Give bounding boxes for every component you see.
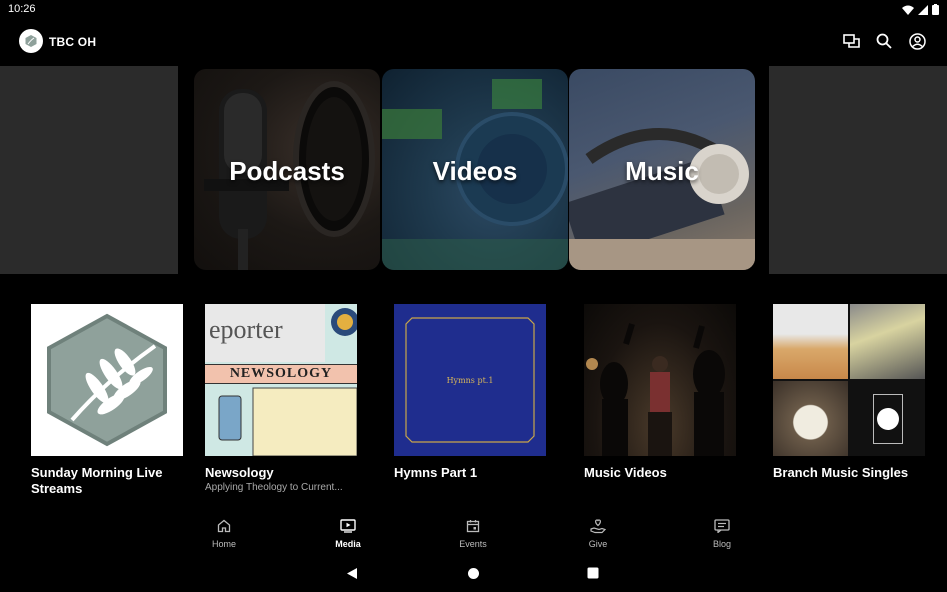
category-label: Videos: [432, 156, 518, 186]
newsology-banner: NEWSOLOGY: [205, 364, 357, 384]
media-thumbnail: [31, 304, 183, 456]
account-icon: [908, 32, 926, 50]
branch-art-tile: [850, 381, 925, 456]
nav-give[interactable]: Give: [558, 516, 638, 549]
media-list: Sunday Morning Live Streams eporter NEWS…: [0, 304, 947, 504]
hymns-art-text: Hymns pt.1: [446, 375, 494, 385]
media-thumbnail: [584, 304, 736, 456]
calendar-icon: [466, 520, 480, 533]
nav-label: Give: [588, 539, 608, 549]
nav-blog[interactable]: Blog: [682, 516, 762, 549]
category-label: Music: [625, 156, 699, 186]
media-thumbnail: Hymns pt.1: [394, 304, 546, 456]
worship-photo: [586, 323, 725, 456]
carousel-viewport: Podcasts Videos Music: [178, 66, 769, 274]
category-label: Podcasts: [229, 156, 345, 186]
category-card-podcasts[interactable]: Podcasts: [194, 69, 380, 270]
status-bar: 10:26: [0, 0, 947, 20]
media-thumbnail: [773, 304, 925, 456]
category-card-videos[interactable]: Videos: [382, 69, 568, 270]
media-icon: [340, 519, 356, 533]
search-button[interactable]: [874, 31, 894, 51]
status-icons: [902, 4, 939, 15]
bottom-nav: Home Media Events Give Blog: [0, 516, 947, 558]
media-item-music-videos[interactable]: Music Videos: [584, 304, 736, 481]
media-title: Newsology: [205, 465, 274, 480]
nav-events[interactable]: Events: [433, 516, 513, 549]
app-title: TBC OH: [49, 35, 97, 49]
blog-icon: [714, 519, 730, 533]
chat-button[interactable]: [841, 31, 861, 51]
media-item-hymns[interactable]: Hymns pt.1 Hymns Part 1: [394, 304, 546, 481]
nav-label: Blog: [712, 539, 731, 549]
account-button[interactable]: [907, 31, 927, 51]
leaf-logo-icon: [47, 313, 167, 447]
newspaper-headline-art: eporter: [209, 315, 283, 344]
back-icon[interactable]: [346, 567, 358, 580]
recents-icon[interactable]: [587, 567, 599, 579]
app-bar: TBC OH: [0, 20, 947, 64]
nav-label: Home: [211, 539, 236, 549]
search-icon: [876, 33, 892, 49]
media-item-branch-music[interactable]: Branch Music Singles: [773, 304, 925, 481]
nav-media[interactable]: Media: [308, 516, 388, 549]
nav-home[interactable]: Home: [184, 516, 264, 549]
chat-icon: [842, 33, 860, 48]
media-title: Music Videos: [584, 465, 667, 480]
give-icon: [590, 518, 606, 533]
nav-label: Media: [335, 539, 361, 549]
wifi-icon: [902, 5, 914, 15]
category-carousel[interactable]: Podcasts Videos Music: [0, 66, 947, 274]
status-time: 10:26: [8, 3, 36, 15]
church-logo[interactable]: [19, 29, 43, 53]
category-card-music[interactable]: Music: [569, 69, 755, 270]
nav-label: Events: [459, 539, 487, 549]
signal-icon: [918, 4, 928, 15]
battery-icon: [932, 4, 939, 15]
home-icon: [217, 519, 231, 533]
media-title: Branch Music Singles: [773, 465, 909, 480]
media-subtitle: Applying Theology to Current...: [205, 482, 343, 493]
media-title: Sunday Morning Live Streams: [31, 465, 163, 496]
branch-art-tile: [773, 381, 848, 456]
media-title: Hymns Part 1: [394, 465, 478, 480]
branch-art-tile: [773, 304, 848, 379]
home-circle-icon[interactable]: [467, 567, 480, 580]
branch-art-tile: [850, 304, 925, 379]
logo-leaf-icon: [25, 35, 37, 47]
media-item-sunday-live[interactable]: Sunday Morning Live Streams: [31, 304, 183, 497]
media-item-newsology[interactable]: eporter NEWSOLOGY Newsology Applying The…: [205, 304, 357, 493]
media-thumbnail: eporter NEWSOLOGY: [205, 304, 357, 456]
system-nav-bar: [0, 562, 947, 592]
